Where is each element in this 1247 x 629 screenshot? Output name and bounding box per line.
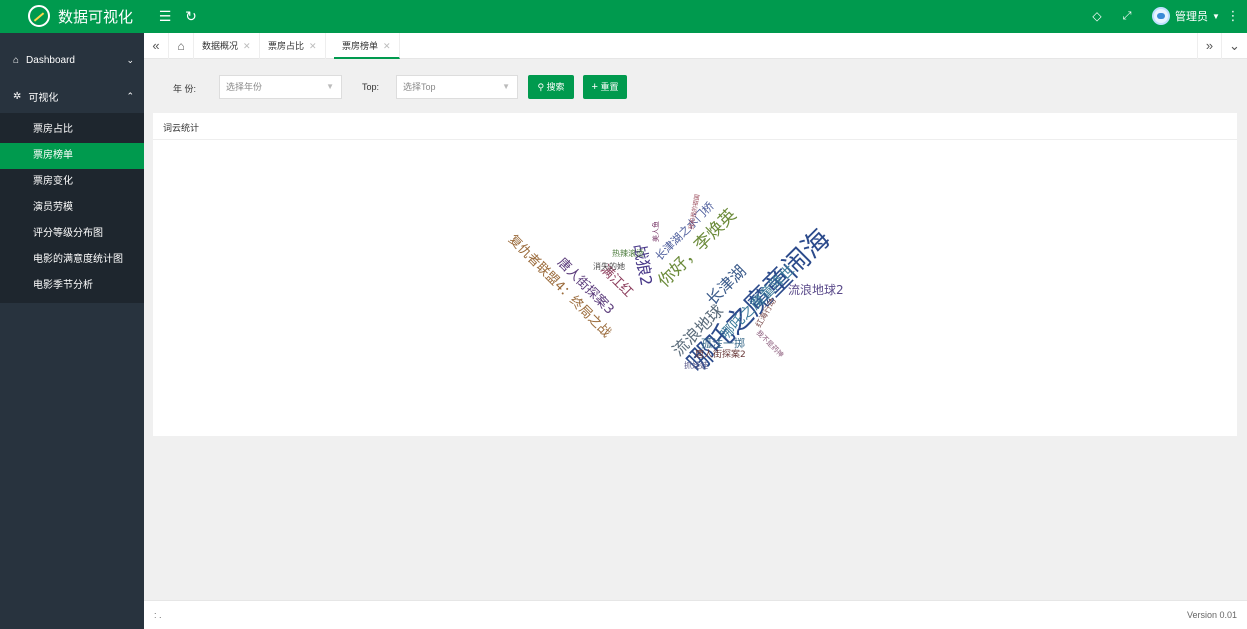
sidebar-submenu: 票房占比 票房榜单 票房变化 演员劳模 评分等级分布图 电影的满意度统计图 电影… [0, 113, 144, 303]
wordcloud-card: 词云统计 哪吒之魔童闹海 流浪地球 长津湖 你好，李焕英 战狼2 哪吒之魔童降世… [153, 113, 1237, 436]
word-cloud-word: 流浪地球2 [788, 282, 844, 297]
version-text: Version 0.01 [1186, 610, 1237, 620]
avatar [1152, 7, 1170, 25]
top-select[interactable]: 选择Top ▼ [396, 75, 518, 99]
chevron-down-icon: ▼ [326, 82, 334, 91]
home-icon[interactable]: ⌂ [169, 33, 194, 59]
word-cloud-word: 唐人街探案2 [695, 348, 746, 360]
tab-overview[interactable]: 数据概况 ✕ [194, 33, 260, 59]
year-label: 年 份: [173, 84, 197, 94]
tab-bar: « ⌂ 数据概况 ✕ 票房占比 ✕ 票房榜单 ✕ » ⌄ [144, 33, 1247, 59]
sidebar-item-rating-distribution[interactable]: 评分等级分布图 [0, 221, 144, 247]
word-cloud-word: 热辣滚烫 [612, 248, 644, 258]
sidebar-item-label: Dashboard [26, 54, 75, 66]
close-icon[interactable]: ✕ [243, 41, 251, 51]
reset-button-label: 重置 [600, 82, 619, 92]
sidebar-group-label: 可视化 [28, 92, 59, 104]
sidebar: ⌂ Dashboard ⌄ ✲ 可视化 ⌃ 票房占比 票房榜单 票房变化 演员劳… [0, 33, 144, 629]
chevron-down-icon[interactable]: ⌄ [1222, 33, 1247, 59]
footer: : . Version 0.01 [144, 600, 1247, 629]
scroll-left-icon[interactable]: « [144, 33, 169, 59]
word-cloud-word: 复仇者联盟4：终局之战 [505, 232, 614, 341]
more-icon[interactable]: ⋮ [1224, 7, 1242, 25]
user-menu[interactable]: 管理员 ▼ [1152, 7, 1220, 25]
word-cloud-word: 我不是药神 [755, 328, 786, 359]
menu-toggle-icon[interactable]: ☰ [156, 7, 174, 25]
refresh-icon[interactable]: ↻ [182, 7, 200, 25]
gear-icon: ✲ [13, 90, 22, 102]
chevron-down-icon: ⌄ [126, 54, 134, 65]
tab-label: 数据概况 [202, 41, 239, 51]
top-placeholder: 选择Top [403, 82, 436, 92]
tab-box-office-share[interactable]: 票房占比 ✕ [260, 33, 326, 59]
top-label: Top: [362, 82, 380, 92]
word-cloud-word: 美人鱼 [651, 221, 660, 242]
close-icon[interactable]: ✕ [383, 41, 391, 51]
chevron-down-icon: ▼ [502, 82, 510, 91]
search-icon: ⚲ [537, 82, 545, 92]
year-placeholder: 选择年份 [226, 82, 263, 92]
top-bar: 数据可视化 ☰ ↻ ◇ ⤢ 管理员 ▼ ⋮ [0, 0, 1247, 33]
tab-box-office-ranking[interactable]: 票房榜单 ✕ [334, 33, 400, 59]
close-icon[interactable]: ✕ [309, 41, 317, 51]
sidebar-item-season-analysis[interactable]: 电影季节分析 [0, 273, 144, 299]
fullscreen-icon[interactable]: ⤢ [1118, 7, 1136, 25]
search-button[interactable]: ⚲ 搜索 [528, 75, 574, 99]
chevron-up-icon: ⌃ [126, 90, 134, 101]
app-title: 数据可视化 [58, 8, 134, 26]
word-cloud-word: 孤注一掷 [701, 336, 745, 350]
sidebar-item-box-office-ranking[interactable]: 票房榜单 [0, 143, 144, 169]
sidebar-item-dashboard[interactable]: ⌂ Dashboard ⌄ [0, 49, 144, 71]
sidebar-item-actor-workload[interactable]: 演员劳模 [0, 195, 144, 221]
search-button-label: 搜索 [546, 82, 565, 92]
tag-icon[interactable]: ◇ [1088, 7, 1106, 25]
tab-label: 票房占比 [268, 41, 305, 51]
sidebar-group-visualization[interactable]: ✲ 可视化 ⌃ [0, 84, 144, 108]
app-logo[interactable]: 数据可视化 [28, 5, 133, 27]
scroll-right-icon[interactable]: » [1197, 33, 1222, 59]
user-name: 管理员 [1175, 11, 1208, 23]
word-cloud-word: 消失的她 [593, 261, 625, 271]
word-cloud-word: 抓娃娃 [684, 360, 708, 370]
reset-button[interactable]: + 重置 [583, 75, 627, 99]
tab-label: 票房榜单 [342, 41, 379, 51]
chevron-down-icon: ▼ [1212, 11, 1220, 21]
sidebar-item-satisfaction[interactable]: 电影的满意度统计图 [0, 247, 144, 273]
sidebar-item-box-office-change[interactable]: 票房变化 [0, 169, 144, 195]
home-icon: ⌂ [13, 54, 20, 66]
logo-icon [28, 5, 50, 27]
plus-icon: + [591, 81, 598, 93]
year-select[interactable]: 选择年份 ▼ [219, 75, 342, 99]
word-cloud: 哪吒之魔童闹海 流浪地球 长津湖 你好，李焕英 战狼2 哪吒之魔童降世 复仇者联… [505, 193, 844, 378]
footer-left-text: : . [154, 610, 162, 620]
sidebar-item-box-office-share[interactable]: 票房占比 [0, 117, 144, 143]
